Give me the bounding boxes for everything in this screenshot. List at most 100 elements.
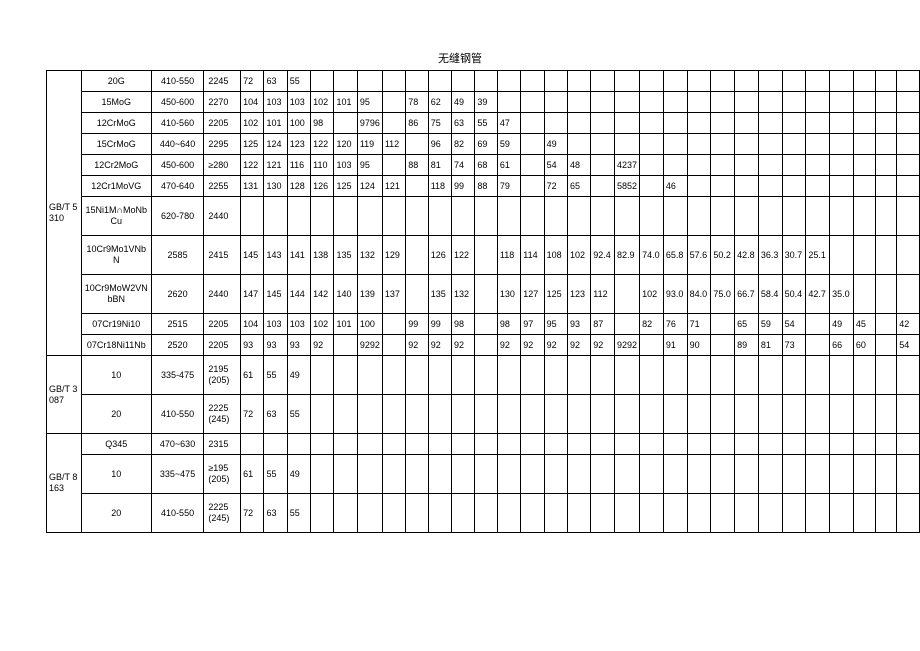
- value-cell: [876, 92, 897, 113]
- value-cell: [663, 71, 687, 92]
- value-cell: [663, 395, 687, 434]
- value-cell: [544, 71, 567, 92]
- value-cell: [428, 197, 451, 236]
- value-cell: 104: [241, 314, 264, 335]
- value-cell: [497, 92, 520, 113]
- value-cell: [830, 155, 854, 176]
- value-cell: [687, 155, 711, 176]
- value-cell: [264, 434, 287, 455]
- value-cell: [382, 434, 405, 455]
- value-cell: 99: [428, 314, 451, 335]
- value-cell: [897, 134, 920, 155]
- value-cell: [782, 71, 806, 92]
- value-cell: 59: [497, 134, 520, 155]
- value-cell: [758, 176, 782, 197]
- value-cell: [521, 176, 544, 197]
- standard-cell: GB/T 8163: [47, 434, 82, 533]
- value-cell: [452, 356, 475, 395]
- value-cell: 99: [452, 176, 475, 197]
- value-cell: [615, 314, 640, 335]
- grade-cell: 15MoG: [81, 92, 151, 113]
- value-cell: [591, 71, 615, 92]
- value-cell: [640, 455, 664, 494]
- value-cell: 114: [521, 236, 544, 275]
- value-cell: [640, 197, 664, 236]
- value-cell: 2225 (245): [204, 395, 241, 434]
- value-cell: [758, 92, 782, 113]
- value-cell: [591, 176, 615, 197]
- value-cell: [382, 395, 405, 434]
- value-cell: [853, 494, 876, 533]
- value-cell: [475, 434, 498, 455]
- value-cell: [521, 113, 544, 134]
- value-cell: 48: [567, 155, 590, 176]
- value-cell: [876, 494, 897, 533]
- value-cell: [357, 494, 382, 533]
- value-cell: 145: [264, 275, 287, 314]
- value-cell: [663, 197, 687, 236]
- value-cell: [382, 197, 405, 236]
- value-cell: 147: [241, 275, 264, 314]
- value-cell: [711, 356, 735, 395]
- value-cell: [591, 92, 615, 113]
- value-cell: 74: [452, 155, 475, 176]
- value-cell: [897, 434, 920, 455]
- value-cell: [663, 113, 687, 134]
- value-cell: [735, 494, 759, 533]
- value-cell: 104: [241, 92, 264, 113]
- value-cell: [876, 434, 897, 455]
- value-cell: [640, 335, 664, 356]
- value-cell: 55: [264, 455, 287, 494]
- value-cell: [711, 455, 735, 494]
- value-cell: [452, 494, 475, 533]
- value-cell: [406, 275, 429, 314]
- value-cell: [544, 494, 567, 533]
- value-cell: [687, 494, 711, 533]
- range-cell: 2620: [151, 275, 204, 314]
- value-cell: 63: [452, 113, 475, 134]
- value-cell: [591, 434, 615, 455]
- value-cell: 129: [382, 236, 405, 275]
- value-cell: [853, 455, 876, 494]
- value-cell: [806, 134, 830, 155]
- value-cell: 135: [428, 275, 451, 314]
- value-cell: 54: [897, 335, 920, 356]
- value-cell: 92: [406, 335, 429, 356]
- value-cell: 25.1: [806, 236, 830, 275]
- value-cell: [663, 155, 687, 176]
- value-cell: 92: [591, 335, 615, 356]
- value-cell: [241, 197, 264, 236]
- value-cell: [521, 134, 544, 155]
- value-cell: [544, 197, 567, 236]
- value-cell: [428, 71, 451, 92]
- value-cell: [897, 395, 920, 434]
- value-cell: [287, 197, 310, 236]
- value-cell: 61: [497, 155, 520, 176]
- value-cell: [897, 92, 920, 113]
- value-cell: 66: [830, 335, 854, 356]
- value-cell: [428, 455, 451, 494]
- value-cell: 92: [311, 335, 334, 356]
- range-cell: 410-550: [151, 395, 204, 434]
- value-cell: [830, 71, 854, 92]
- value-cell: [382, 71, 405, 92]
- value-cell: [711, 335, 735, 356]
- value-cell: 5852: [615, 176, 640, 197]
- value-cell: 95: [357, 92, 382, 113]
- value-cell: [640, 134, 664, 155]
- value-cell: 142: [311, 275, 334, 314]
- value-cell: [876, 113, 897, 134]
- value-cell: [853, 134, 876, 155]
- value-cell: [521, 155, 544, 176]
- value-cell: 63: [264, 395, 287, 434]
- value-cell: 30.7: [782, 236, 806, 275]
- value-cell: [382, 113, 405, 134]
- value-cell: 118: [428, 176, 451, 197]
- value-cell: 55: [287, 71, 310, 92]
- value-cell: [806, 155, 830, 176]
- value-cell: [830, 236, 854, 275]
- value-cell: 81: [758, 335, 782, 356]
- value-cell: [544, 92, 567, 113]
- value-cell: [357, 434, 382, 455]
- value-cell: [497, 434, 520, 455]
